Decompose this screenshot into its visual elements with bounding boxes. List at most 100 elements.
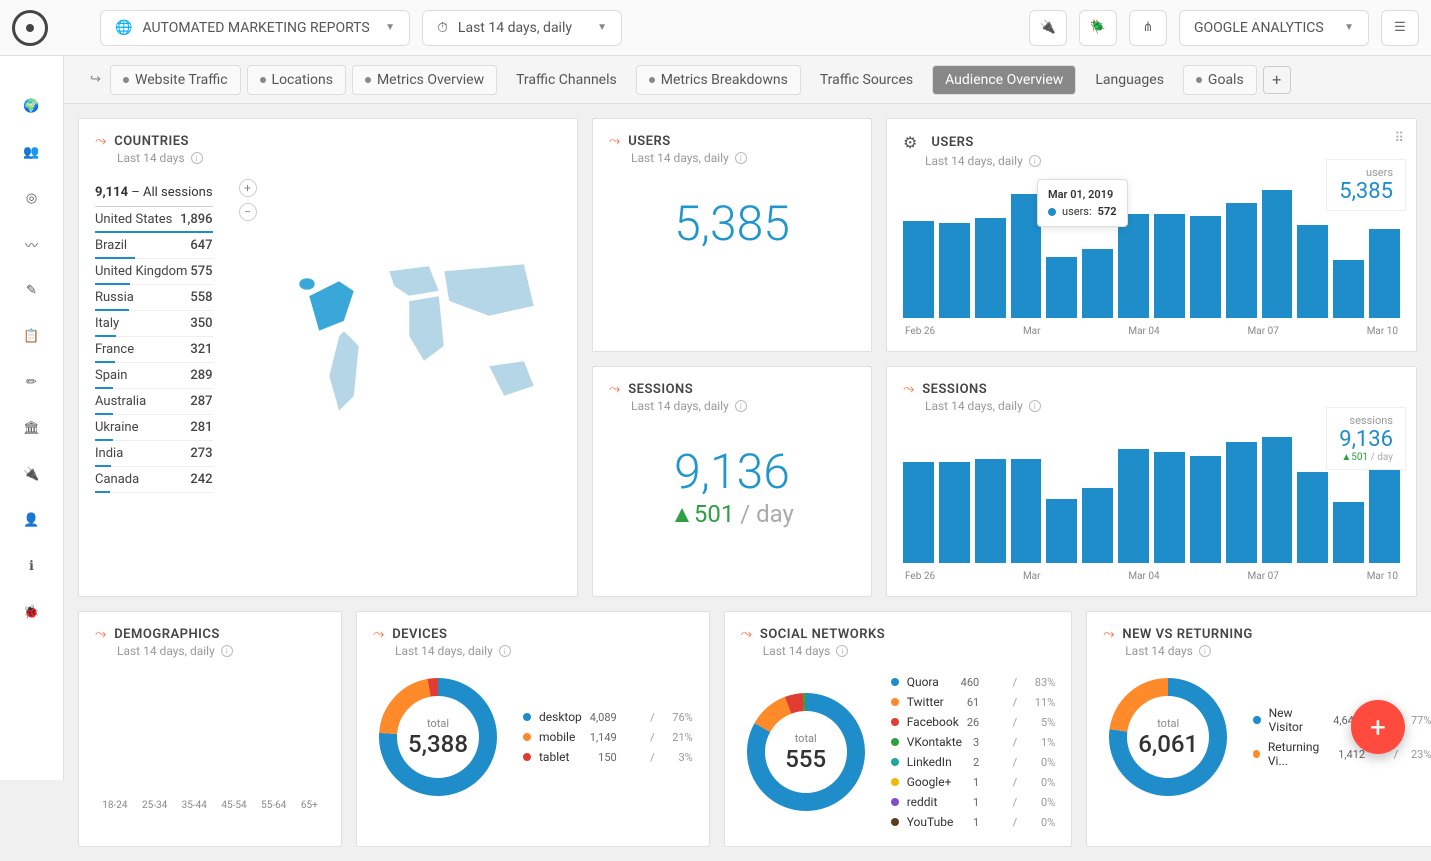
legend-row[interactable]: tablet150 / 3% — [523, 747, 693, 767]
legend-row[interactable]: VKontakte3 / 1% — [891, 732, 1056, 752]
country-row[interactable]: France321 — [95, 337, 213, 363]
bug-button[interactable]: 🪲 — [1079, 10, 1117, 46]
bar[interactable] — [903, 462, 934, 563]
bar[interactable] — [1297, 225, 1328, 318]
info-icon[interactable]: i — [836, 645, 848, 657]
nav-debug[interactable]: 🐞 — [22, 602, 42, 622]
info-icon[interactable]: i — [735, 400, 747, 412]
tab-traffic-sources[interactable]: Traffic Sources — [807, 65, 926, 95]
legend-row[interactable]: YouTube1 / 0% — [891, 812, 1056, 832]
bar[interactable] — [1046, 499, 1077, 563]
tab-languages[interactable]: Languages — [1082, 65, 1177, 95]
move-handle-icon[interactable]: ⠿ — [1394, 131, 1404, 146]
tab-audience-overview[interactable]: Audience Overview — [932, 65, 1076, 95]
bar[interactable] — [1226, 442, 1257, 563]
bar[interactable] — [975, 459, 1006, 563]
share-button[interactable]: ⋔ — [1129, 10, 1167, 46]
info-icon[interactable]: i — [1029, 400, 1041, 412]
country-row[interactable]: Australia287 — [95, 389, 213, 415]
nav-globe[interactable]: 🌍 — [22, 96, 42, 116]
nav-clipboard[interactable]: 📋 — [22, 326, 42, 346]
bar[interactable] — [1369, 469, 1400, 563]
legend-row[interactable]: reddit1 / 0% — [891, 792, 1056, 812]
legend-row[interactable]: Returning Vi...1,412 / 23% — [1253, 737, 1431, 771]
legend-row[interactable]: LinkedIn2 / 0% — [891, 752, 1056, 772]
nav-bank[interactable]: 🏛 — [22, 418, 42, 438]
bar[interactable] — [1369, 229, 1400, 318]
bar[interactable] — [939, 223, 970, 318]
tab-metrics-overview[interactable]: Metrics Overview — [352, 65, 497, 95]
country-row[interactable]: Ukraine281 — [95, 415, 213, 441]
plug-button[interactable]: 🔌 — [1029, 10, 1067, 46]
world-map[interactable] — [277, 179, 561, 493]
info-icon[interactable]: i — [1029, 155, 1041, 167]
tab-website-traffic[interactable]: Website Traffic — [110, 65, 241, 95]
newret-donut[interactable]: total6,061 — [1103, 672, 1233, 802]
report-selector[interactable]: 🌐 AUTOMATED MARKETING REPORTS ▼ — [100, 10, 410, 46]
devices-donut[interactable]: total5,388 — [373, 672, 503, 802]
daterange-selector[interactable]: ⏱ Last 14 days, daily ▼ — [422, 10, 622, 46]
bar[interactable] — [1154, 214, 1185, 318]
bar[interactable] — [1333, 260, 1364, 319]
bar[interactable] — [1118, 214, 1149, 318]
info-icon[interactable]: i — [499, 645, 511, 657]
legend-row[interactable]: desktop4,089 / 76% — [523, 707, 693, 727]
bar[interactable] — [1046, 257, 1077, 318]
nav-account[interactable]: 👤 — [22, 510, 42, 530]
info-icon[interactable]: i — [221, 645, 233, 657]
country-row[interactable]: India273 — [95, 441, 213, 467]
add-fab-button[interactable]: + — [1351, 700, 1405, 754]
info-icon[interactable]: i — [735, 152, 747, 164]
demographics-chart[interactable] — [95, 674, 325, 794]
tab-locations[interactable]: Locations — [247, 65, 346, 95]
add-tab-button[interactable]: + — [1263, 66, 1291, 94]
nav-target[interactable]: ◎ — [22, 188, 42, 208]
nav-chart[interactable]: 〰 — [22, 234, 42, 254]
info-icon[interactable]: i — [191, 152, 203, 164]
gear-icon[interactable]: ⚙ — [903, 133, 917, 152]
bar[interactable] — [975, 218, 1006, 318]
bar[interactable] — [1262, 190, 1293, 318]
bar[interactable] — [939, 462, 970, 563]
bar[interactable] — [903, 221, 934, 319]
bar[interactable] — [1011, 459, 1042, 563]
social-donut[interactable]: total555 — [741, 687, 871, 817]
country-row[interactable]: Brazil647 — [95, 233, 213, 259]
legend-row[interactable]: mobile1,149 / 21% — [523, 727, 693, 747]
bar[interactable] — [1297, 472, 1328, 563]
bar[interactable] — [1190, 216, 1221, 318]
country-row[interactable]: United States1,896 — [95, 207, 213, 233]
connector-selector[interactable]: GOOGLE ANALYTICS ▼ — [1179, 10, 1369, 46]
add-country-button[interactable]: + — [239, 179, 257, 197]
nav-plugin[interactable]: 🔌 — [22, 464, 42, 484]
country-row[interactable]: Canada242 — [95, 467, 213, 493]
legend-row[interactable]: Google+1 / 0% — [891, 772, 1056, 792]
legend-row[interactable]: Twitter61 / 11% — [891, 692, 1056, 712]
bar[interactable] — [1333, 502, 1364, 563]
country-row[interactable]: Russia558 — [95, 285, 213, 311]
tab-goals[interactable]: Goals — [1183, 65, 1257, 95]
legend-row[interactable]: Facebook26 / 5% — [891, 712, 1056, 732]
redo-icon[interactable]: ↪ — [90, 72, 101, 87]
bar[interactable] — [1082, 249, 1113, 318]
tab-metrics-breakdowns[interactable]: Metrics Breakdowns — [636, 65, 801, 95]
nav-edit[interactable]: ✎ — [22, 280, 42, 300]
bar[interactable] — [1082, 488, 1113, 563]
nav-pencil[interactable]: ✏ — [22, 372, 42, 392]
remove-country-button[interactable]: − — [239, 203, 257, 221]
country-row[interactable]: Spain289 — [95, 363, 213, 389]
bar[interactable] — [1262, 437, 1293, 563]
app-logo[interactable] — [12, 10, 48, 46]
nav-info[interactable]: ℹ — [22, 556, 42, 576]
legend-row[interactable]: Quora460 / 83% — [891, 672, 1056, 692]
nav-users[interactable]: 👥 — [22, 142, 42, 162]
country-row[interactable]: Italy350 — [95, 311, 213, 337]
bar[interactable] — [1118, 449, 1149, 563]
info-icon[interactable]: i — [1199, 645, 1211, 657]
bar[interactable] — [1190, 456, 1221, 563]
menu-button[interactable]: ☰ — [1381, 10, 1419, 46]
bar[interactable] — [1154, 452, 1185, 563]
bar[interactable] — [1226, 203, 1257, 318]
country-row[interactable]: United Kingdom575 — [95, 259, 213, 285]
tab-traffic-channels[interactable]: Traffic Channels — [503, 65, 630, 95]
